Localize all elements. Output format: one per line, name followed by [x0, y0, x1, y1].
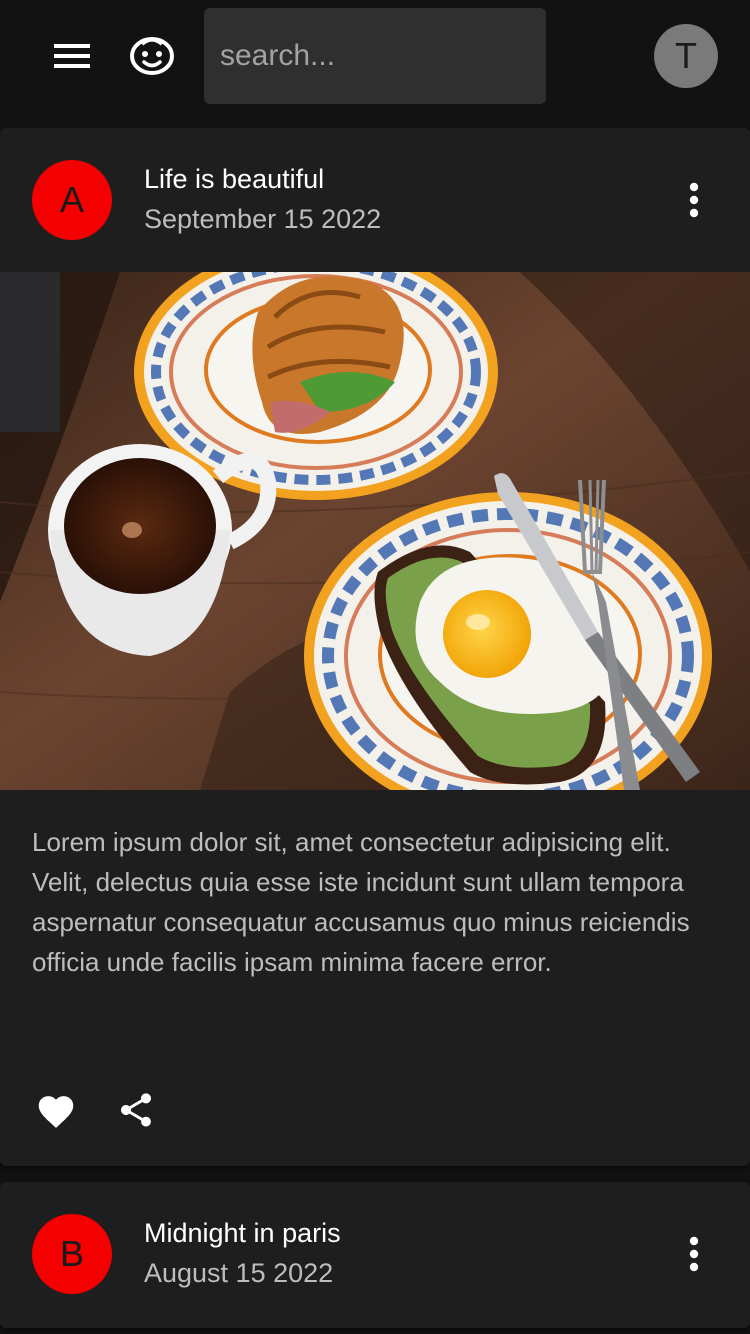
- post-card: B Midnight in paris August 15 2022: [0, 1182, 750, 1328]
- smiley-face-icon: [130, 37, 174, 75]
- heart-icon: [38, 1096, 74, 1128]
- post-header: A Life is beautiful September 15 2022: [0, 128, 750, 272]
- post-date: August 15 2022: [144, 1258, 334, 1288]
- hamburger-menu-icon: [54, 44, 90, 68]
- more-options-button[interactable]: [664, 1224, 724, 1284]
- post-card: A Life is beautiful September 15 2022 Lo…: [0, 128, 750, 1166]
- post-header: B Midnight in paris August 15 2022: [0, 1182, 750, 1326]
- share-icon: [121, 1093, 151, 1127]
- post-title: Life is beautiful: [144, 164, 325, 194]
- search-input[interactable]: [204, 8, 546, 104]
- more-vert-icon: [689, 182, 699, 218]
- post-body: Lorem ipsum dolor sit, amet consectetur …: [32, 827, 690, 977]
- post-title: Midnight in paris: [144, 1218, 341, 1248]
- like-button[interactable]: [30, 1084, 82, 1136]
- more-vert-icon: [689, 1236, 699, 1272]
- post-avatar: A: [32, 160, 112, 240]
- more-options-button[interactable]: [664, 170, 724, 230]
- post-avatar: B: [32, 1214, 112, 1294]
- user-avatar[interactable]: T: [654, 24, 718, 88]
- app-bar: T: [0, 0, 750, 112]
- logo-button[interactable]: [124, 28, 180, 84]
- menu-button[interactable]: [44, 28, 100, 84]
- post-date: September 15 2022: [144, 204, 382, 234]
- post-image: [0, 272, 750, 790]
- share-button[interactable]: [110, 1084, 162, 1136]
